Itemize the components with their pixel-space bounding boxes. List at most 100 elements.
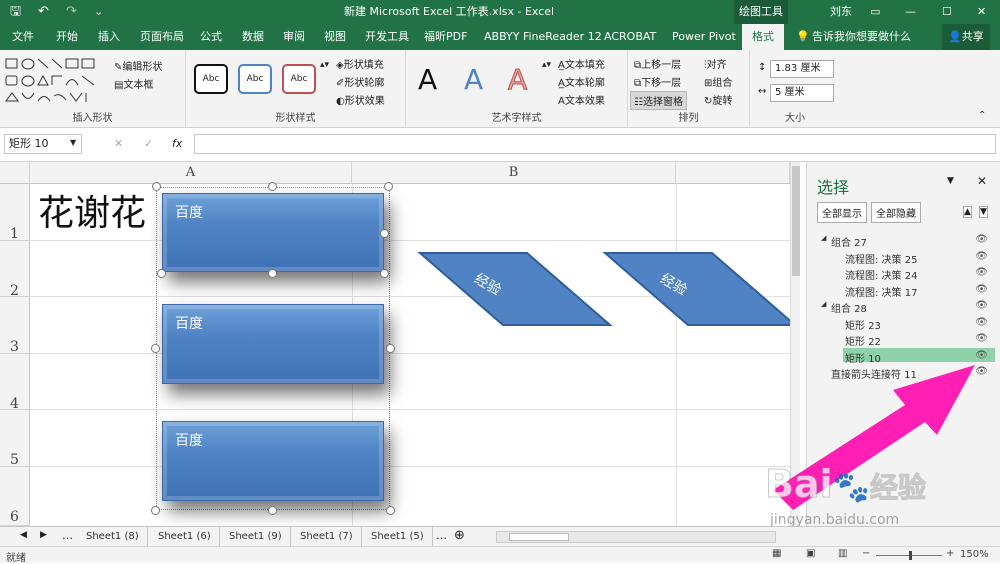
shape-style-swatch-blue[interactable]: Abc [238,64,272,94]
horizontal-scrollbar[interactable] [496,531,776,543]
expand-triangle-icon[interactable]: ◢ [821,234,826,242]
select-all-corner[interactable] [0,162,30,184]
tab-file[interactable]: 文件 [12,24,34,50]
add-sheet-icon[interactable]: ⊕ [454,528,465,543]
resize-handle[interactable] [268,506,277,515]
customize-qat-icon[interactable]: ⌄ [94,0,103,24]
share-button[interactable]: 👤共享 [942,24,990,50]
more-sheets-right-icon[interactable]: … [436,529,447,542]
row-header-5[interactable]: 5 [0,410,30,468]
resize-handle[interactable] [386,506,395,515]
visibility-eye-icon[interactable]: 👁 [975,317,988,328]
shape-style-swatch-black[interactable]: Abc [194,64,228,94]
tab-insert[interactable]: 插入 [98,24,120,50]
rectangle-22[interactable]: 百度 [162,304,384,384]
text-fill-button[interactable]: A̲文本填充 [558,56,605,71]
sheet-tab[interactable]: Sheet1 (7) [292,527,362,547]
resize-handle[interactable] [380,269,389,278]
resize-handle[interactable] [151,506,160,515]
save-icon[interactable]: 🖫 [10,0,21,24]
page-break-view-icon[interactable]: ▥ [838,548,847,559]
sheet-tab[interactable]: Sheet1 (8) [78,527,148,547]
tab-foxit-pdf[interactable]: 福昕PDF [424,24,467,50]
pane-options-icon[interactable]: ▼ [947,176,954,186]
resize-handle[interactable] [386,344,395,353]
rectangle-23[interactable]: 百度 [162,421,384,501]
close-icon[interactable]: ✕ [977,0,986,24]
selection-list-item[interactable]: 流程图: 决策 24 [845,267,917,282]
text-effects-button[interactable]: A文本效果 [558,92,605,107]
minimize-icon[interactable]: — [905,0,916,24]
tell-me-box[interactable]: 告诉我你想要做什么 [812,24,911,50]
group-button[interactable]: ⊞组合 [704,74,732,89]
hide-all-button[interactable]: 全部隐藏 [871,202,921,223]
tab-data[interactable]: 数据 [242,24,264,50]
tab-format[interactable]: 格式 [742,24,784,50]
hscroll-thumb[interactable] [509,533,569,541]
shape-effects-button[interactable]: ◐形状效果 [336,92,385,107]
column-header-a[interactable]: A [30,162,352,184]
worksheet[interactable]: A B 1 2 3 4 5 6 花谢花 百度 百度 百度 经验 经验 [0,162,800,526]
row-header-6[interactable]: 6 [0,467,30,526]
wordart-black[interactable]: A [418,60,437,100]
more-sheets-left-icon[interactable]: … [62,529,73,542]
tab-review[interactable]: 审阅 [283,24,305,50]
selection-list-item[interactable]: 流程图: 决策 17 [845,284,917,299]
send-backward-button[interactable]: ⧉下移一层 [634,74,681,89]
row-header-3[interactable]: 3 [0,297,30,355]
resize-handle[interactable] [268,269,277,278]
visibility-eye-icon[interactable]: 👁 [975,251,988,262]
flowchart-decision-shape[interactable] [417,252,613,326]
zoom-in-icon[interactable]: + [946,548,954,559]
row-header-1[interactable]: 1 [0,184,30,242]
visibility-eye-icon[interactable]: 👁 [975,333,988,344]
shape-gallery[interactable] [4,56,108,106]
cancel-icon[interactable]: ✕ [114,137,123,150]
user-name[interactable]: 刘东 [830,0,852,24]
normal-view-icon[interactable]: ▦ [772,548,781,559]
selection-list-item[interactable]: 矩形 22 [845,333,881,348]
tab-formulas[interactable]: 公式 [200,24,222,50]
sheet-tab[interactable]: Sheet1 (6) [150,527,220,547]
visibility-eye-icon[interactable]: 👁 [975,234,988,245]
selection-list-item[interactable]: 流程图: 决策 25 [845,251,917,266]
visibility-eye-icon[interactable]: 👁 [975,267,988,278]
row-header-4[interactable]: 4 [0,354,30,412]
enter-icon[interactable]: ✓ [144,137,153,150]
close-pane-icon[interactable]: ✕ [977,174,987,188]
zoom-level[interactable]: 150% [960,549,989,560]
resize-handle[interactable] [152,182,161,191]
gallery-scroll-icon[interactable]: ▴▾ [320,60,329,70]
wordart-blue[interactable]: A [464,60,483,100]
resize-handle[interactable] [380,229,389,238]
resize-handle[interactable] [157,269,166,278]
rotate-button[interactable]: ↻旋转 [704,92,732,107]
text-box-button[interactable]: ▤文本框 [114,76,153,91]
tab-developer[interactable]: 开发工具 [365,24,409,50]
shape-outline-button[interactable]: ✐形状轮廓 [336,74,384,89]
sheet-tab[interactable]: Sheet1 (5) [363,527,433,547]
align-button[interactable]: ⫶对齐 [704,56,727,71]
selection-list-item[interactable]: 组合 28 [831,300,867,315]
text-outline-button[interactable]: A̲文本轮廓 [558,74,605,89]
visibility-eye-icon[interactable]: 👁 [975,300,988,311]
move-down-icon[interactable]: ▼ [979,206,988,218]
move-up-icon[interactable]: ▲ [963,206,972,218]
selection-list-item[interactable]: 组合 27 [831,234,867,249]
zoom-out-icon[interactable]: − [862,548,870,559]
page-layout-view-icon[interactable]: ▣ [806,548,815,559]
wordart-red-outline[interactable]: A [507,60,527,100]
scroll-right-icon[interactable]: ▶ [40,530,47,540]
name-box-dropdown-icon[interactable]: ▼ [70,138,76,147]
collapse-ribbon-icon[interactable]: ⌃ [978,110,986,121]
width-input[interactable]: 5 厘米 [770,84,834,102]
tab-abbyy[interactable]: ABBYY FineReader 12 [484,24,602,50]
selection-pane-button[interactable]: ☷选择窗格 [630,91,687,110]
bring-forward-button[interactable]: ⧉上移一层 [634,56,681,71]
tab-power-pivot[interactable]: Power Pivot [672,24,736,50]
edit-shape-button[interactable]: ✎编辑形状 [114,58,162,73]
flowchart-decision-shape[interactable] [602,252,798,326]
height-input[interactable]: 1.83 厘米 [770,60,834,78]
shape-style-swatch-red[interactable]: Abc [282,64,316,94]
insert-function-icon[interactable]: fx [172,137,182,150]
